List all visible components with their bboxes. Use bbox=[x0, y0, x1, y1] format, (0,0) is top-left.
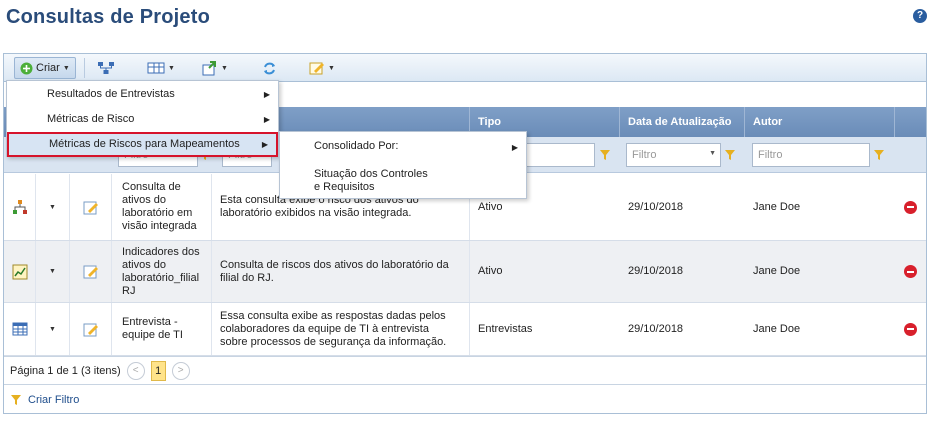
chevron-down-icon: ▼ bbox=[168, 64, 175, 72]
chevron-down-icon: ▼ bbox=[221, 64, 228, 72]
date-filter-text: Filtro bbox=[632, 149, 657, 161]
filter-icon[interactable] bbox=[724, 149, 736, 161]
chevron-right-icon: ▶ bbox=[263, 115, 270, 124]
refresh-button[interactable] bbox=[257, 57, 282, 79]
grid-options-button[interactable]: ▼ bbox=[142, 57, 180, 79]
refresh-icon bbox=[264, 62, 275, 74]
mapping-submenu: Consolidado Por: ▶ Situação dos Controle… bbox=[279, 131, 527, 199]
next-page-button[interactable]: > bbox=[171, 361, 190, 380]
row-type-cell bbox=[4, 241, 36, 302]
row-updated: 29/10/2018 bbox=[628, 200, 684, 213]
chart-icon bbox=[12, 264, 27, 279]
toolbar: Criar ▼ ▼ ▼ ▼ bbox=[4, 54, 926, 82]
hierarchy-button[interactable] bbox=[92, 57, 120, 79]
create-label: Criar bbox=[36, 62, 60, 74]
menu-item-label: Métricas de Risco bbox=[47, 113, 135, 125]
grid-icon bbox=[147, 62, 165, 74]
date-filter-select[interactable]: Filtro ▼ bbox=[626, 143, 721, 167]
chevron-down-icon: ▼ bbox=[328, 64, 335, 72]
pagination: Página 1 de 1 (3 itens) < 1 > bbox=[4, 356, 926, 384]
menu-item-risk-metrics[interactable]: Métricas de Risco ▶ bbox=[7, 107, 278, 132]
edit-options-button[interactable]: ▼ bbox=[304, 57, 340, 79]
row-type-cell bbox=[4, 303, 36, 355]
previous-page-button[interactable]: < bbox=[126, 361, 145, 380]
chevron-down-icon[interactable]: ▼ bbox=[49, 265, 56, 278]
menu-item-interview-results[interactable]: Resultados de Entrevistas ▶ bbox=[7, 82, 278, 107]
delete-icon[interactable] bbox=[904, 265, 917, 278]
page-number-current[interactable]: 1 bbox=[150, 360, 166, 381]
row-name: Indicadores dos ativos do laboratório_fi… bbox=[112, 241, 212, 302]
hierarchy-icon bbox=[98, 62, 114, 74]
edit-icon[interactable] bbox=[83, 264, 99, 279]
column-updated[interactable]: Data de Atualização bbox=[620, 107, 745, 137]
edit-icon[interactable] bbox=[83, 200, 99, 215]
row-type-cell bbox=[4, 174, 36, 240]
column-author[interactable]: Autor bbox=[745, 107, 895, 137]
row-updated: 29/10/2018 bbox=[628, 265, 684, 277]
delete-cell[interactable] bbox=[895, 303, 926, 355]
menu-item-label: Métricas de Riscos para Mapeamentos bbox=[49, 138, 240, 150]
edit-cell[interactable] bbox=[70, 241, 112, 302]
column-actions bbox=[895, 107, 926, 137]
export-button[interactable]: ▼ bbox=[197, 57, 233, 79]
help-icon[interactable]: ? bbox=[913, 9, 927, 23]
table-row[interactable]: ▼ Entrevista - equipe de TI Essa consult… bbox=[4, 303, 926, 356]
pagination-info: Página 1 de 1 (3 itens) bbox=[10, 364, 121, 377]
table-row[interactable]: ▼ Indicadores dos ativos do laboratório_… bbox=[4, 241, 926, 303]
create-menu: Resultados de Entrevistas ▶ Métricas de … bbox=[6, 80, 279, 157]
hierarchy-icon bbox=[12, 200, 27, 214]
expand-cell[interactable]: ▼ bbox=[36, 174, 70, 240]
author-filter-input[interactable]: Filtro bbox=[752, 143, 870, 167]
row-updated: 29/10/2018 bbox=[628, 322, 684, 335]
chevron-right-icon: ▶ bbox=[261, 140, 268, 149]
delete-icon[interactable] bbox=[904, 322, 917, 336]
row-type: Entrevistas bbox=[478, 322, 533, 335]
chevron-down-icon[interactable]: ▼ bbox=[49, 323, 56, 336]
menu-item-mapping-risk-metrics[interactable]: Métricas de Riscos para Mapeamentos ▶ bbox=[7, 132, 278, 157]
filter-icon[interactable] bbox=[599, 149, 611, 161]
edit-cell[interactable] bbox=[70, 174, 112, 240]
submenu-item-controls-status[interactable]: Situação dos Controles e Requisitos bbox=[280, 168, 430, 194]
edit-cell[interactable] bbox=[70, 303, 112, 355]
submenu-item-label: Consolidado Por: bbox=[314, 140, 399, 152]
create-button[interactable]: Criar ▼ bbox=[14, 57, 76, 79]
delete-cell[interactable] bbox=[895, 174, 926, 240]
row-author: Jane Doe bbox=[753, 200, 801, 213]
edit-icon[interactable] bbox=[83, 322, 99, 337]
filter-icon bbox=[11, 394, 21, 405]
delete-icon[interactable] bbox=[904, 200, 917, 214]
export-icon bbox=[202, 60, 216, 75]
create-filter-link[interactable]: Criar Filtro bbox=[28, 394, 79, 406]
chevron-down-icon: ▼ bbox=[62, 64, 70, 72]
filter-icon[interactable] bbox=[873, 149, 885, 161]
row-author: Jane Doe bbox=[753, 322, 801, 335]
menu-item-label: Resultados de Entrevistas bbox=[47, 88, 175, 100]
chevron-right-icon: ▶ bbox=[263, 90, 270, 99]
chevron-down-icon[interactable]: ▼ bbox=[49, 201, 56, 214]
footer: Criar Filtro bbox=[4, 384, 926, 414]
chevron-right-icon: ▶ bbox=[511, 143, 518, 152]
chevron-down-icon: ▼ bbox=[709, 150, 716, 157]
expand-cell[interactable]: ▼ bbox=[36, 303, 70, 355]
expand-cell[interactable]: ▼ bbox=[36, 241, 70, 302]
add-icon bbox=[20, 62, 33, 74]
table-icon bbox=[12, 322, 27, 336]
row-name: Consulta de ativos do laboratório em vis… bbox=[112, 174, 212, 240]
row-type: Ativo bbox=[478, 265, 503, 277]
row-author: Jane Doe bbox=[753, 265, 801, 277]
delete-cell[interactable] bbox=[895, 241, 926, 302]
toolbar-divider bbox=[84, 58, 85, 78]
page-title: Consultas de Projeto bbox=[6, 6, 211, 28]
row-description: Consulta de riscos dos ativos do laborat… bbox=[212, 241, 470, 302]
row-description: Essa consulta exibe as respostas dadas p… bbox=[212, 303, 470, 355]
edit-icon bbox=[309, 62, 324, 75]
row-name: Entrevista - equipe de TI bbox=[112, 303, 212, 355]
submenu-item-consolidated-by[interactable]: Consolidado Por: ▶ bbox=[280, 140, 526, 154]
